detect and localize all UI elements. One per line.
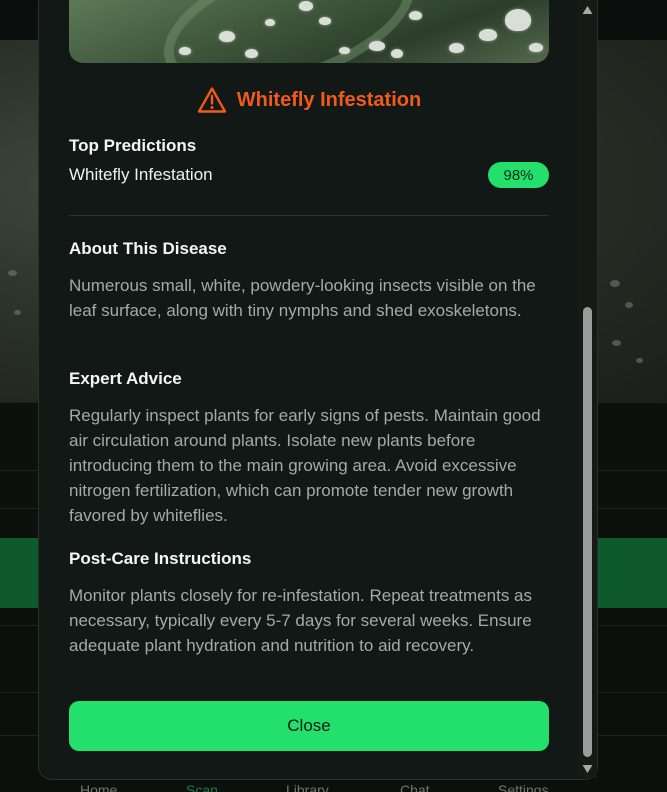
nav-item-library[interactable]: Library xyxy=(286,782,329,792)
warning-triangle-icon xyxy=(197,87,226,113)
scroll-down-arrow-icon[interactable] xyxy=(582,764,593,774)
bottom-nav: Home Scan Library Chat Settings xyxy=(0,778,667,792)
confidence-badge: 98% xyxy=(488,162,549,188)
modal-scrollbar[interactable] xyxy=(578,0,597,778)
disease-name-title: Whitefly Infestation xyxy=(236,88,422,111)
about-heading: About This Disease xyxy=(69,239,227,258)
top-predictions-heading: Top Predictions xyxy=(69,136,197,155)
close-button[interactable]: Close xyxy=(69,701,549,751)
nav-item-settings[interactable]: Settings xyxy=(498,782,549,792)
scroll-up-arrow-icon[interactable] xyxy=(582,5,593,15)
expert-advice-heading: Expert Advice xyxy=(69,369,182,388)
nav-item-scan[interactable]: Scan xyxy=(186,782,218,792)
disease-photo xyxy=(69,0,549,63)
prediction-row: Whitefly Infestation 98% xyxy=(69,161,549,189)
post-care-heading: Post-Care Instructions xyxy=(69,549,252,568)
result-title: Whitefly Infestation xyxy=(69,83,549,117)
post-care-text: Monitor plants closely for re-infestatio… xyxy=(69,586,532,655)
nav-item-chat[interactable]: Chat xyxy=(400,782,430,792)
section-divider xyxy=(69,215,549,216)
about-text: Numerous small, white, powdery-looking i… xyxy=(69,276,536,320)
expert-advice-text: Regularly inspect plants for early signs… xyxy=(69,406,541,525)
disease-result-modal: Whitefly Infestation Top Predictions Whi… xyxy=(38,0,598,780)
nav-item-home[interactable]: Home xyxy=(80,782,117,792)
prediction-label: Whitefly Infestation xyxy=(69,165,213,184)
scrollbar-thumb[interactable] xyxy=(583,307,592,757)
